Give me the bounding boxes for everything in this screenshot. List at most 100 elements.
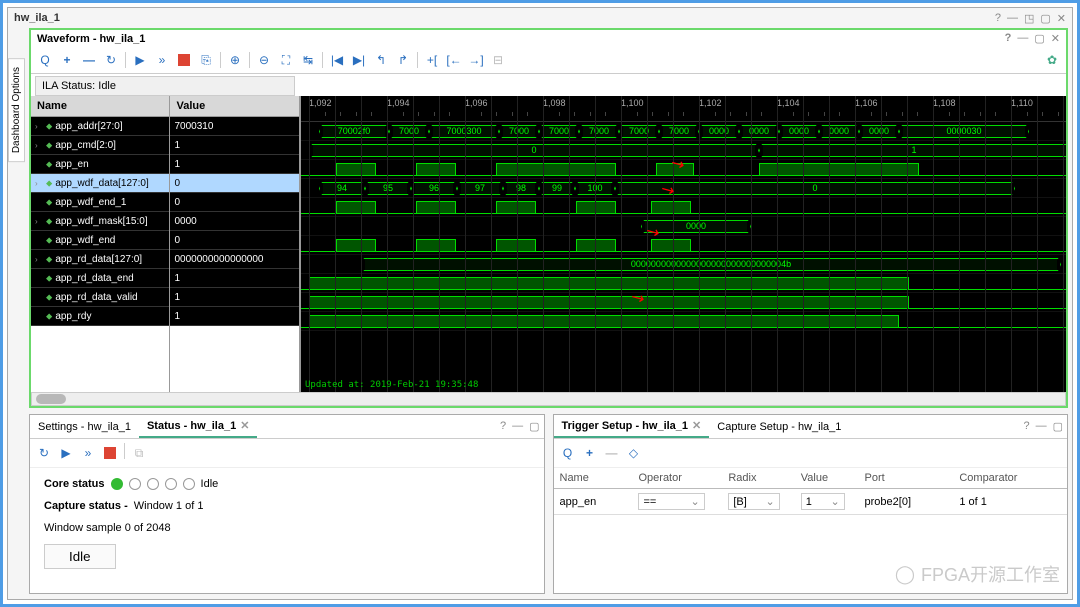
next-edge-icon[interactable]: ↱ [393, 50, 413, 70]
th-comparator[interactable]: Comparator [953, 468, 1067, 489]
stop-icon[interactable] [100, 443, 120, 463]
updated-timestamp: Updated at: 2019-Feb-21 19:35:48 [305, 380, 478, 390]
tab-capture-setup[interactable]: Capture Setup - hw_ila_1 [709, 417, 849, 437]
status-dot [165, 478, 177, 490]
cursor-icon[interactable]: ↹ [298, 50, 318, 70]
signal-value: 0 [170, 231, 299, 250]
help-icon[interactable]: ? [1005, 32, 1012, 45]
maximize-icon[interactable]: ▢ [1053, 420, 1063, 433]
signal-row[interactable]: ›⬥app_addr[27:0] [31, 117, 169, 136]
h-scrollbar[interactable] [31, 392, 1066, 406]
waveform-panel: Waveform - hw_ila_1 ? — ▢ ✕ Q + — ↻ ▶ » [29, 28, 1068, 408]
fast-forward-icon[interactable]: » [152, 50, 172, 70]
th-radix[interactable]: Radix [722, 468, 794, 489]
remove-icon[interactable]: — [79, 50, 99, 70]
search-icon[interactable]: Q [35, 50, 55, 70]
status-panel: Settings - hw_ila_1 Status - hw_ila_1✕ ?… [29, 414, 545, 594]
zoom-in-icon[interactable]: ⊕ [225, 50, 245, 70]
signal-row[interactable]: ›⬥app_cmd[2:0] [31, 136, 169, 155]
restore-icon[interactable]: ◳ [1024, 12, 1034, 25]
operator-dropdown[interactable]: == [638, 493, 704, 510]
trigger-table: Name Operator Radix Value Port Comparato… [554, 468, 1068, 515]
signal-row[interactable]: ⬥app_en [31, 155, 169, 174]
value-dropdown[interactable]: 1 [801, 493, 845, 510]
marker-prev-icon[interactable]: [← [444, 50, 464, 70]
trigger-panel: Trigger Setup - hw_ila_1✕ Capture Setup … [553, 414, 1069, 594]
search-icon[interactable]: Q [558, 443, 578, 463]
signal-row[interactable]: ⬥app_rdy [31, 307, 169, 326]
close-icon[interactable]: ✕ [692, 419, 701, 432]
signal-row[interactable]: ⬥app_wdf_end_1 [31, 193, 169, 212]
signal-value: 7000310 [170, 117, 299, 136]
th-port[interactable]: Port [859, 468, 954, 489]
help-icon[interactable]: ? [1023, 420, 1029, 433]
go-first-icon[interactable]: |◀ [327, 50, 347, 70]
dashboard-options-tab[interactable]: Dashboard Options [8, 58, 25, 162]
tab-trigger-setup[interactable]: Trigger Setup - hw_ila_1✕ [554, 415, 710, 438]
help-icon[interactable]: ? [995, 12, 1001, 25]
signal-value: 1 [170, 288, 299, 307]
trigger-row[interactable]: app_en == [B] 1 probe2[0] 1 of 1 [554, 489, 1068, 515]
marker-next-icon[interactable]: →] [466, 50, 486, 70]
play-icon[interactable]: ▶ [130, 50, 150, 70]
time-ruler: 1,0921,0941,0961,0981,1001,1021,1041,106… [301, 96, 1066, 122]
link-icon[interactable]: ⧉ [129, 443, 149, 463]
stop-icon[interactable] [174, 50, 194, 70]
th-operator[interactable]: Operator [632, 468, 722, 489]
add-icon[interactable]: + [57, 50, 77, 70]
marker-del-icon[interactable]: ⊟ [488, 50, 508, 70]
signal-row[interactable]: ›⬥app_wdf_mask[15:0] [31, 212, 169, 231]
signal-table: Name ›⬥app_addr[27:0]›⬥app_cmd[2:0]⬥app_… [31, 96, 301, 392]
main-window: hw_ila_1 ? — ◳ ▢ ✕ Dashboard Options Wav… [7, 7, 1073, 600]
tab-settings[interactable]: Settings - hw_ila_1 [30, 417, 139, 437]
waveform-canvas[interactable]: 1,0921,0941,0961,0981,1001,1021,1041,106… [301, 96, 1066, 392]
add-icon[interactable]: + [580, 443, 600, 463]
help-icon[interactable]: ? [500, 420, 506, 433]
refresh-icon[interactable]: ↻ [34, 443, 54, 463]
name-header[interactable]: Name [31, 96, 169, 117]
maximize-icon[interactable]: ▢ [1034, 32, 1044, 45]
signal-row[interactable]: ›⬥app_wdf_data[127:0] [31, 174, 169, 193]
waveform-toolbar: Q + — ↻ ▶ » ⎘ ⊕ ⊖ ⛶ ↹ |◀ [31, 47, 1066, 74]
settings-icon[interactable]: ✿ [1042, 50, 1062, 70]
play-icon[interactable]: ▶ [56, 443, 76, 463]
prev-edge-icon[interactable]: ↰ [371, 50, 391, 70]
options-icon[interactable]: ◇ [624, 443, 644, 463]
status-dot [183, 478, 195, 490]
maximize-icon[interactable]: ▢ [1040, 12, 1050, 25]
export-icon[interactable]: ⎘ [196, 50, 216, 70]
idle-button[interactable]: Idle [44, 544, 116, 569]
radix-dropdown[interactable]: [B] [728, 493, 779, 510]
minimize-icon[interactable]: — [1007, 12, 1018, 25]
minimize-icon[interactable]: — [1017, 32, 1028, 45]
maximize-icon[interactable]: ▢ [529, 420, 539, 433]
signal-row[interactable]: ⬥app_rd_data_valid [31, 288, 169, 307]
marker-add-icon[interactable]: +[ [422, 50, 442, 70]
waveform-title: Waveform - hw_ila_1 [37, 33, 1005, 45]
signal-row[interactable]: ⬥app_wdf_end [31, 231, 169, 250]
fast-forward-icon[interactable]: » [78, 443, 98, 463]
th-name[interactable]: Name [554, 468, 633, 489]
zoom-out-icon[interactable]: ⊖ [254, 50, 274, 70]
signal-value: 1 [170, 136, 299, 155]
refresh-icon[interactable]: ↻ [101, 50, 121, 70]
go-last-icon[interactable]: ▶| [349, 50, 369, 70]
close-icon[interactable]: ✕ [1051, 32, 1060, 45]
value-header[interactable]: Value [170, 96, 299, 117]
zoom-fit-icon[interactable]: ⛶ [276, 50, 296, 70]
ila-status: ILA Status: Idle [35, 76, 295, 96]
capture-status-label: Capture status - [44, 500, 128, 512]
signal-value: 0 [170, 174, 299, 193]
signal-row[interactable]: ›⬥app_rd_data[127:0] [31, 250, 169, 269]
close-icon[interactable]: ✕ [240, 419, 249, 432]
minimize-icon[interactable]: — [1036, 420, 1047, 433]
status-dot-active [111, 478, 123, 490]
remove-icon[interactable]: — [602, 443, 622, 463]
signal-row[interactable]: ⬥app_rd_data_end [31, 269, 169, 288]
minimize-icon[interactable]: — [512, 420, 523, 433]
capture-status-text: Window 1 of 1 [134, 500, 204, 512]
th-value[interactable]: Value [795, 468, 859, 489]
close-icon[interactable]: ✕ [1057, 12, 1066, 25]
signal-value: 1 [170, 307, 299, 326]
tab-status[interactable]: Status - hw_ila_1✕ [139, 415, 257, 438]
